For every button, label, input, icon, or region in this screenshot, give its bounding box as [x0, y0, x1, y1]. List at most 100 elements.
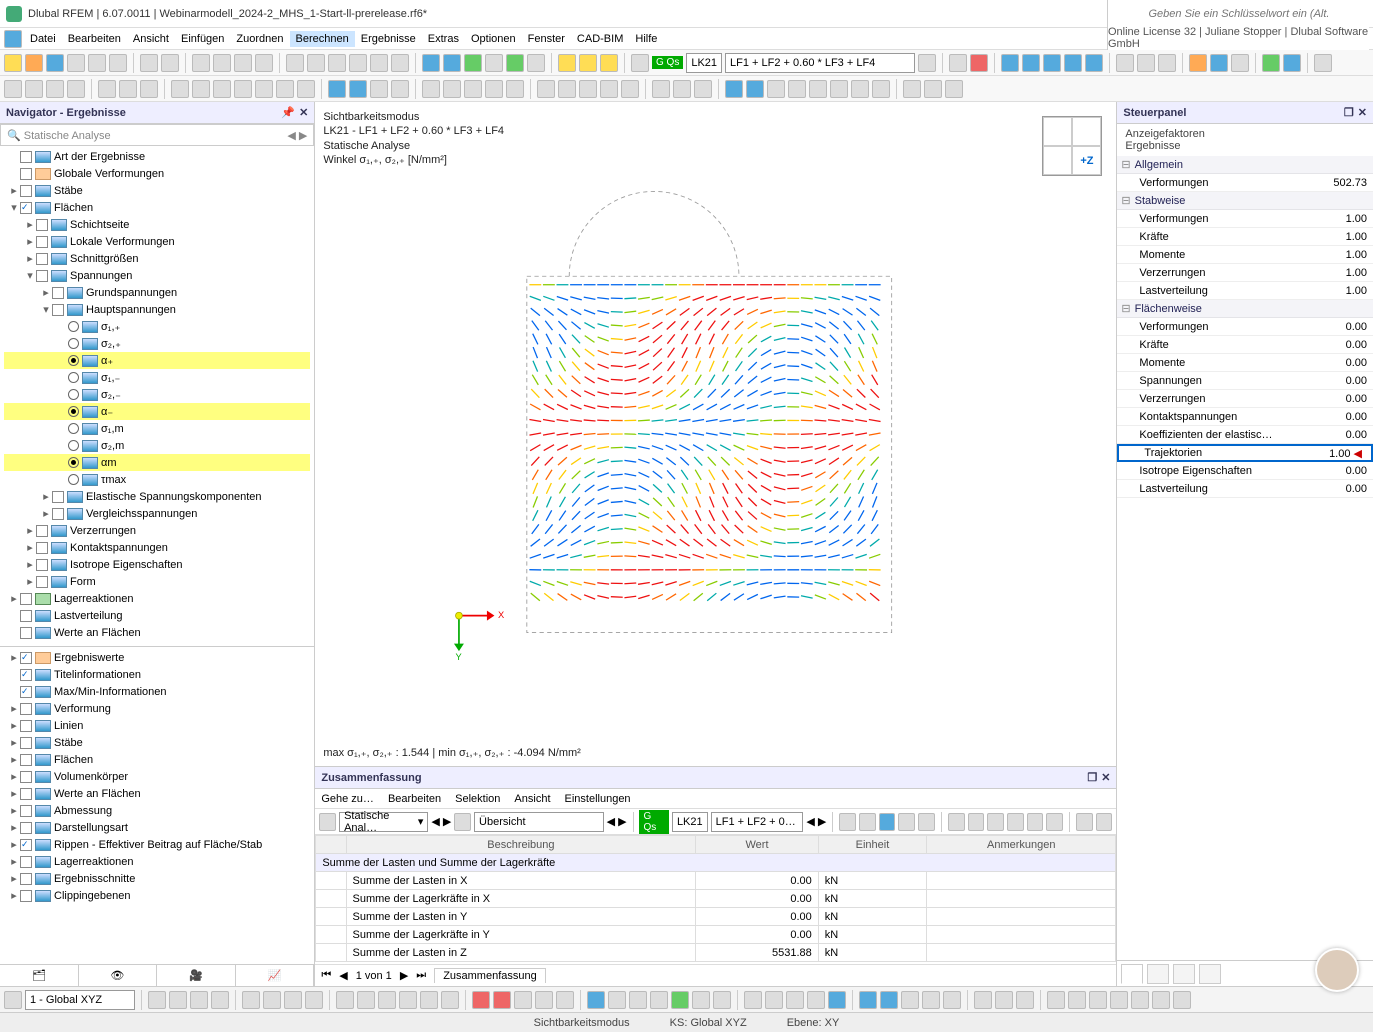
- view-iso-icon[interactable]: [171, 80, 189, 98]
- results-tree[interactable]: Art der ErgebnisseGlobale Verformungen▸S…: [0, 146, 314, 646]
- display-tree[interactable]: ▸ErgebniswerteTitelinformationenMax/Min-…: [0, 646, 314, 964]
- fe-b-icon[interactable]: [746, 80, 764, 98]
- vis-b-icon[interactable]: [443, 80, 461, 98]
- summary-menu-item[interactable]: Gehe zu…: [321, 793, 374, 805]
- save-all-icon[interactable]: [88, 54, 106, 72]
- pager-next-icon[interactable]: ▶: [400, 969, 408, 982]
- solid-icon[interactable]: [349, 80, 367, 98]
- tree-item[interactable]: ▸Schichtseite: [4, 216, 310, 233]
- sumtb-b-icon[interactable]: [859, 813, 876, 831]
- sumtb-m-icon[interactable]: [1096, 813, 1113, 831]
- tree-item[interactable]: Max/Min-Informationen: [4, 683, 310, 700]
- save-icon[interactable]: [67, 54, 85, 72]
- summary-menu-item[interactable]: Bearbeiten: [388, 793, 441, 805]
- bt-h-icon[interactable]: [305, 991, 323, 1009]
- load-c-icon[interactable]: [600, 54, 618, 72]
- cursor-icon[interactable]: [4, 80, 22, 98]
- tool-icon[interactable]: [46, 54, 64, 72]
- prop-row[interactable]: Isotrope Eigenschaften0.00: [1117, 462, 1373, 480]
- menu-fenster[interactable]: Fenster: [522, 31, 571, 47]
- tree-item[interactable]: ▾Hauptspannungen: [4, 301, 310, 318]
- tree-item[interactable]: ▸Lagerreaktionen: [4, 853, 310, 870]
- tree-item[interactable]: σ₂,₋: [4, 386, 310, 403]
- bt-aa-icon[interactable]: [744, 991, 762, 1009]
- tree-item[interactable]: ▸Lagerreaktionen: [4, 590, 310, 607]
- zoomsel-icon[interactable]: [140, 80, 158, 98]
- sumtb-g-icon[interactable]: [968, 813, 985, 831]
- openings-icon[interactable]: [506, 54, 524, 72]
- navigator-close-icon[interactable]: ✕: [299, 106, 308, 119]
- load-combo-select[interactable]: LF1 + LF2 + 0.60 * LF3 + LF4: [725, 53, 915, 73]
- render-icon[interactable]: [391, 80, 409, 98]
- table-row[interactable]: Summe der Lagerkräfte in X0.00kN: [316, 890, 1116, 908]
- tree-item[interactable]: ▸Stäbe: [4, 182, 310, 199]
- bt-ao-icon[interactable]: [1068, 991, 1086, 1009]
- sumtb-l-icon[interactable]: [1076, 813, 1093, 831]
- trans-icon[interactable]: [370, 80, 388, 98]
- menu-ergebnisse[interactable]: Ergebnisse: [355, 31, 422, 47]
- prop-row[interactable]: Kräfte0.00: [1117, 336, 1373, 354]
- clip-a-icon[interactable]: [537, 80, 555, 98]
- prop-row[interactable]: Spannungen0.00: [1117, 372, 1373, 390]
- bt-s-icon[interactable]: [556, 991, 574, 1009]
- bt-ah-icon[interactable]: [901, 991, 919, 1009]
- summary-close-icon[interactable]: ✕: [1101, 771, 1110, 784]
- tree-item[interactable]: α₋: [4, 403, 310, 420]
- vis-c-icon[interactable]: [464, 80, 482, 98]
- bt-at-icon[interactable]: [1173, 991, 1191, 1009]
- sumtb-h-icon[interactable]: [987, 813, 1004, 831]
- color-c-icon[interactable]: [1231, 54, 1249, 72]
- summary-menu-item[interactable]: Ansicht: [514, 793, 550, 805]
- load-b-icon[interactable]: [579, 54, 597, 72]
- members-icon[interactable]: [443, 54, 461, 72]
- sum-prev2-icon[interactable]: ◀: [607, 815, 615, 828]
- tree-item[interactable]: ▸Elastische Spannungskomponenten: [4, 488, 310, 505]
- tree-item[interactable]: σ₁,m: [4, 420, 310, 437]
- checkinfo-icon[interactable]: [1283, 54, 1301, 72]
- tool-c-icon[interactable]: [234, 54, 252, 72]
- sum-next3-icon[interactable]: ▶: [818, 815, 826, 828]
- table-row[interactable]: Summe der Lasten in Z5531.88kN: [316, 944, 1116, 962]
- sum-combo-select[interactable]: LF1 + LF2 + 0…: [711, 812, 804, 832]
- sum-next2-icon[interactable]: ▶: [618, 815, 626, 828]
- tool-b-icon[interactable]: [213, 54, 231, 72]
- cp-pin-icon[interactable]: ❐: [1344, 106, 1354, 119]
- bt-g-icon[interactable]: [284, 991, 302, 1009]
- sumtb-c-icon[interactable]: [879, 813, 896, 831]
- view-cube[interactable]: +Z: [1042, 116, 1102, 176]
- snap-b-icon[interactable]: [673, 80, 691, 98]
- tree-item[interactable]: ▸Volumenkörper: [4, 768, 310, 785]
- bt-ab-icon[interactable]: [765, 991, 783, 1009]
- cp-tab-factors-icon[interactable]: [1121, 964, 1143, 984]
- res-d-icon[interactable]: [1064, 54, 1082, 72]
- summary-table[interactable]: BeschreibungWertEinheitAnmerkungenSumme …: [315, 835, 1116, 964]
- grid-1-icon[interactable]: [286, 54, 304, 72]
- sumtb-j-icon[interactable]: [1027, 813, 1044, 831]
- view-y-icon[interactable]: [213, 80, 231, 98]
- menu-bearbeiten[interactable]: Bearbeiten: [62, 31, 127, 47]
- disp-c-icon[interactable]: [1158, 54, 1176, 72]
- grid-4-icon[interactable]: [349, 54, 367, 72]
- bt-ae-icon[interactable]: [828, 991, 846, 1009]
- calc-all-icon[interactable]: [970, 54, 988, 72]
- pager-prev-icon[interactable]: ◀: [339, 969, 347, 982]
- bt-n-icon[interactable]: [441, 991, 459, 1009]
- tree-item[interactable]: ▸Werte an Flächen: [4, 785, 310, 802]
- prop-row[interactable]: Kontaktspannungen0.00: [1117, 408, 1373, 426]
- tool-a-icon[interactable]: [192, 54, 210, 72]
- prop-row[interactable]: Verformungen0.00: [1117, 318, 1373, 336]
- cp-tab-list-icon[interactable]: [1173, 964, 1195, 984]
- bt-x-icon[interactable]: [671, 991, 689, 1009]
- tree-item[interactable]: ▸Clippingebenen: [4, 887, 310, 904]
- table-row[interactable]: Summe der Lagerkräfte in Y0.00kN: [316, 926, 1116, 944]
- sum-analysis-icon[interactable]: [319, 813, 336, 831]
- cp-tab-filter-icon[interactable]: [1199, 964, 1221, 984]
- bt-j-icon[interactable]: [357, 991, 375, 1009]
- surfaces-icon[interactable]: [464, 54, 482, 72]
- bt-as-icon[interactable]: [1152, 991, 1170, 1009]
- bt-am-icon[interactable]: [1016, 991, 1034, 1009]
- clip-e-icon[interactable]: [621, 80, 639, 98]
- pan-icon[interactable]: [25, 80, 43, 98]
- bt-z-icon[interactable]: [713, 991, 731, 1009]
- sum-lk-select[interactable]: LK21: [672, 812, 708, 832]
